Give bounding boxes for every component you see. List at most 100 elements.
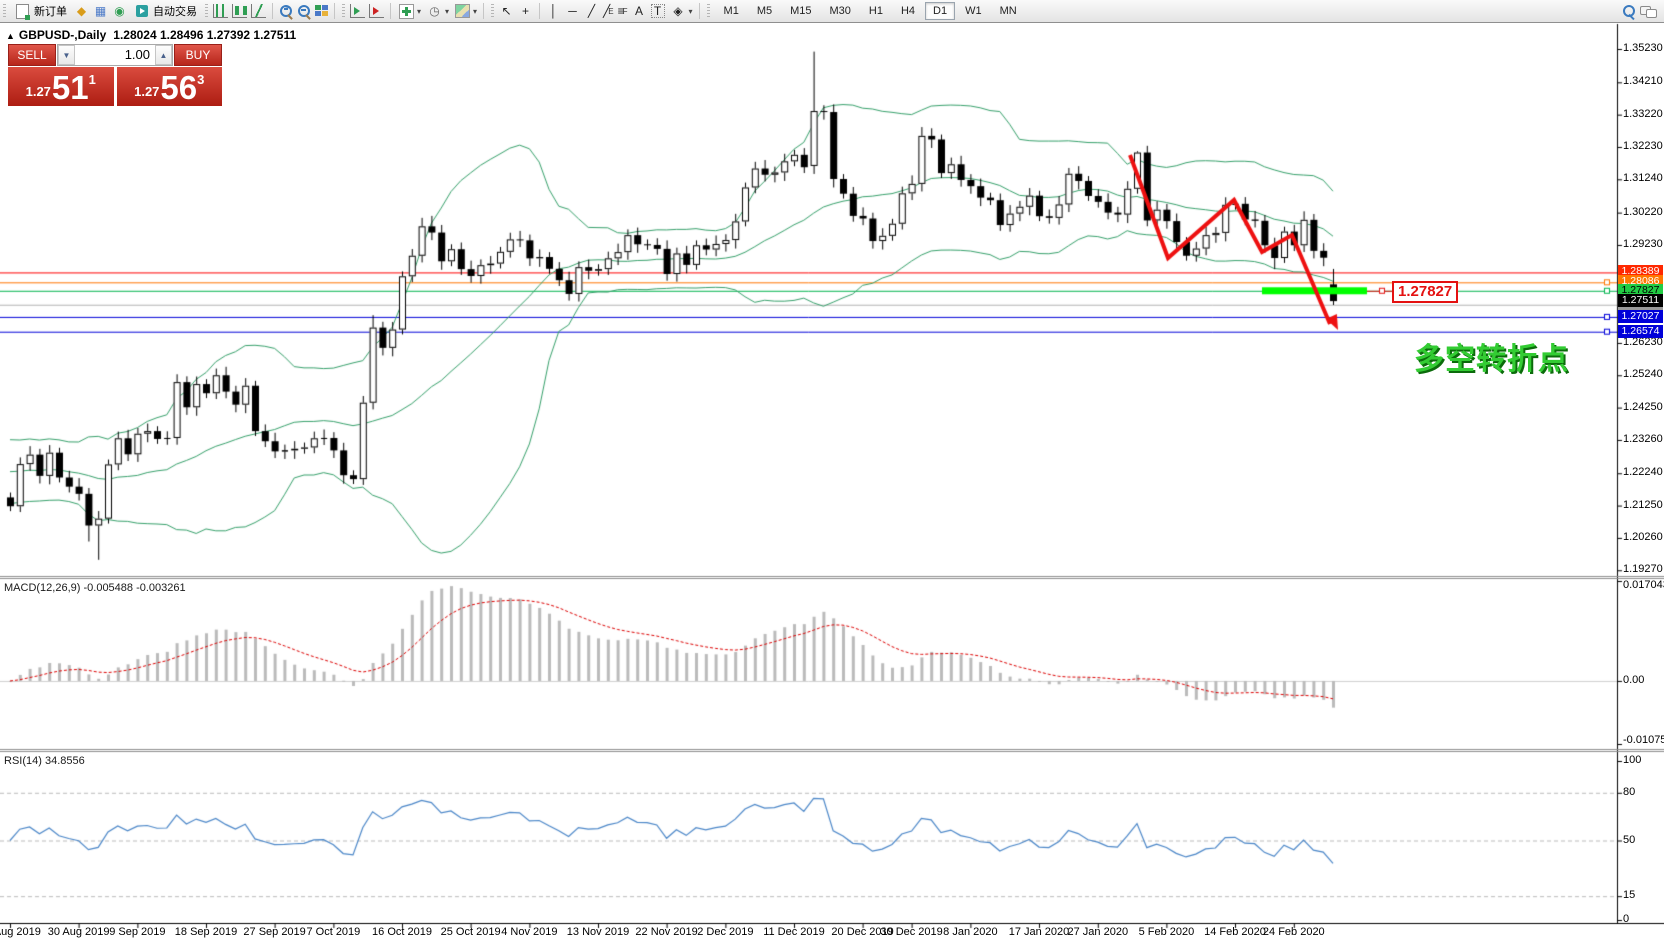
market-watch-icon[interactable]: ◆ <box>74 4 89 18</box>
date-tick-label: 18 Sep 2019 <box>175 926 237 938</box>
timeframe-button-m1[interactable]: M1 <box>716 2 747 20</box>
date-tick-label: 27 Jan 2020 <box>1068 926 1129 938</box>
timeframe-button-mn[interactable]: MN <box>992 2 1025 20</box>
rsi-tick-label: 0 <box>1623 913 1629 924</box>
price-tick-label: 1.24250 <box>1623 401 1663 413</box>
price-callout-box[interactable]: 1.27827 <box>1392 281 1458 303</box>
buy-price-pips: 56 <box>160 73 197 103</box>
autotrading-label: 自动交易 <box>153 3 197 19</box>
symbol-period-label: GBPUSD-,Daily <box>19 28 106 42</box>
date-tick-label: 16 Oct 2019 <box>372 926 432 938</box>
chevron-down-icon: ▾ <box>445 7 449 16</box>
search-icon[interactable] <box>1621 4 1636 19</box>
date-tick-label: 11 Dec 2019 <box>763 926 825 938</box>
price-tick-label: 1.19270 <box>1623 563 1663 575</box>
chevron-down-icon: ▾ <box>473 7 477 16</box>
cursor-icon[interactable]: ↖ <box>499 4 514 18</box>
templates-dropdown[interactable]: ▾ <box>453 4 477 18</box>
price-tick-label: 1.35230 <box>1623 42 1663 54</box>
timeframe-button-w1[interactable]: W1 <box>957 2 990 20</box>
tile-windows-icon[interactable] <box>315 5 328 17</box>
date-tick-label: 21 Aug 2019 <box>0 926 41 938</box>
arrows-tool-icon: ◈ <box>671 4 686 18</box>
toolbar-grip[interactable] <box>205 4 208 18</box>
bar-chart-icon[interactable] <box>213 4 228 18</box>
crosshair-icon[interactable]: + <box>518 4 533 18</box>
macd-name: MACD(12,26,9) <box>4 582 80 594</box>
periods-dropdown[interactable]: ◷ ▾ <box>425 4 449 18</box>
date-tick-label: 27 Sep 2019 <box>243 926 305 938</box>
arrows-tool-dropdown[interactable]: ◈ ▾ <box>669 4 693 18</box>
text-label-tool-icon[interactable]: T <box>651 4 665 18</box>
date-tick-label: 13 Nov 2019 <box>567 926 629 938</box>
indicator-window-icon[interactable] <box>350 4 365 18</box>
text-tool-icon[interactable]: A <box>632 4 647 18</box>
profiles-icon[interactable]: ▦ <box>93 4 108 18</box>
toolbar-separator <box>390 3 391 19</box>
rsi-tick-label: 80 <box>1623 786 1635 798</box>
timeframe-button-h4[interactable]: H4 <box>893 2 923 20</box>
buy-price-button[interactable]: 1.27 56 3 <box>117 67 223 106</box>
autotrading-button[interactable]: 自动交易 <box>129 1 202 21</box>
volume-decrease-button[interactable]: ▼ <box>58 45 75 65</box>
volume-input[interactable]: 1.00 <box>75 45 155 65</box>
rsi-indicator-label: RSI(14) 34.8556 <box>4 755 85 767</box>
indicator-delete-icon[interactable] <box>369 4 384 18</box>
chart-canvas[interactable] <box>0 0 1664 941</box>
rsi-name: RSI(14) <box>4 755 42 767</box>
toolbar-separator <box>483 3 484 19</box>
new-order-button[interactable]: 新订单 <box>9 1 72 21</box>
timeframe-button-m5[interactable]: M5 <box>749 2 780 20</box>
timeframe-button-h1[interactable]: H1 <box>861 2 891 20</box>
toolbar-grip[interactable] <box>707 4 710 18</box>
buy-button[interactable]: BUY <box>174 44 222 66</box>
date-tick-label: 7 Oct 2019 <box>306 926 360 938</box>
collapse-arrow-icon[interactable]: ▲ <box>6 31 15 41</box>
date-tick-label: 9 Sep 2019 <box>109 926 165 938</box>
price-tick-label: 1.25240 <box>1623 368 1663 380</box>
buy-price-prefix: 1.27 <box>134 84 159 99</box>
chat-icon[interactable] <box>1640 5 1656 18</box>
timeframe-button-d1[interactable]: D1 <box>925 2 955 20</box>
toolbar-grip[interactable] <box>491 4 494 18</box>
toolbar-grip[interactable] <box>3 4 6 18</box>
one-click-trading-panel: SELL ▼ 1.00 ▲ BUY 1.27 51 1 1.27 56 3 <box>8 44 222 106</box>
chinese-annotation-text[interactable]: 多空转折点 <box>1414 334 1569 378</box>
clock-icon: ◷ <box>427 4 442 18</box>
channel-tool-icon[interactable]: ╱ E <box>603 4 614 18</box>
buy-price-point: 3 <box>197 72 204 87</box>
add-indicator-dropdown[interactable]: ▾ <box>397 4 421 19</box>
timeframe-button-m30[interactable]: M30 <box>822 2 859 20</box>
toolbar: 新订单 ◆ ▦ ◉ 自动交易 ▾ ◷ ▾ ▾ <box>0 0 1664 23</box>
time-scale[interactable]: 21 Aug 201930 Aug 20199 Sep 201918 Sep 2… <box>0 925 1617 941</box>
toolbar-separator <box>272 3 273 19</box>
macd-tick-label: -0.010751 <box>1623 734 1664 746</box>
zoom-in-icon[interactable] <box>279 4 293 18</box>
line-chart-icon[interactable] <box>251 4 266 18</box>
date-tick-label: 30 Dec 2019 <box>880 926 942 938</box>
date-tick-label: 14 Feb 2020 <box>1204 926 1266 938</box>
price-tick-label: 1.23260 <box>1623 433 1663 445</box>
mt4-window: 新订单 ◆ ▦ ◉ 自动交易 ▾ ◷ ▾ ▾ <box>0 0 1664 941</box>
template-icon <box>455 4 470 18</box>
horizontal-line-tool-icon[interactable]: ─ <box>565 4 580 18</box>
chart-title: ▲GBPUSD-,Daily1.28024 1.28496 1.27392 1.… <box>6 28 296 42</box>
trendline-tool-icon[interactable]: ╱ <box>584 4 599 18</box>
date-tick-label: 25 Oct 2019 <box>441 926 501 938</box>
sell-price-button[interactable]: 1.27 51 1 <box>8 67 114 106</box>
price-tick-label: 1.20260 <box>1623 531 1663 543</box>
candlestick-chart-icon[interactable] <box>232 4 247 18</box>
fibonacci-tool-icon[interactable]: ≡ F <box>618 4 628 18</box>
timeframe-button-m15[interactable]: M15 <box>782 2 819 20</box>
price-tick-label: 1.26230 <box>1623 336 1663 348</box>
price-tick-label: 1.29230 <box>1623 238 1663 250</box>
zoom-out-icon[interactable] <box>297 4 311 18</box>
date-tick-label: 22 Nov 2019 <box>635 926 697 938</box>
toolbar-grip[interactable] <box>342 4 345 18</box>
price-scale[interactable]: 1.352301.342101.332201.322301.312401.302… <box>1617 24 1664 924</box>
toolbar-separator <box>699 3 700 19</box>
volume-increase-button[interactable]: ▲ <box>155 45 172 65</box>
navigator-icon[interactable]: ◉ <box>112 4 127 18</box>
sell-button[interactable]: SELL <box>8 44 56 66</box>
vertical-line-tool-icon[interactable]: │ <box>546 4 561 18</box>
